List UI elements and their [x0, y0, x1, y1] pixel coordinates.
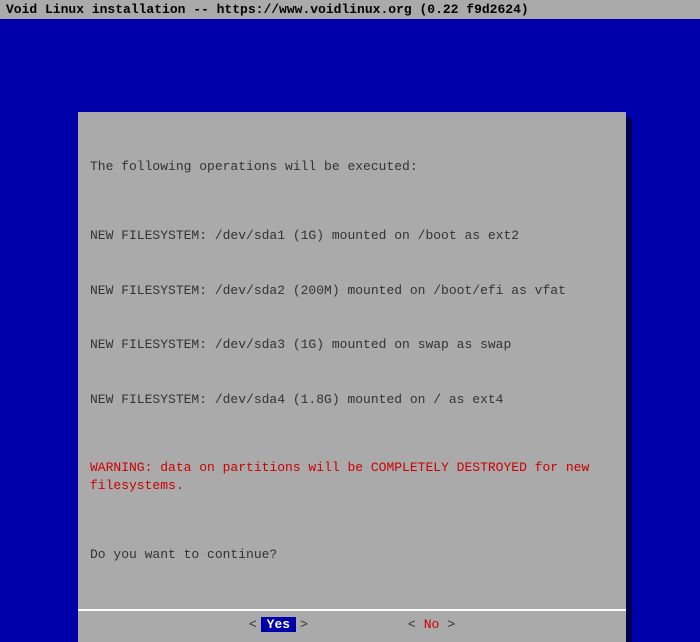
dialog-intro: The following operations will be execute… [90, 158, 614, 176]
continue-prompt: Do you want to continue? [90, 546, 614, 564]
angle-right-icon: > [447, 617, 455, 632]
filesystem-line: NEW FILESYSTEM: /dev/sda1 (1G) mounted o… [90, 227, 614, 245]
warning-text: WARNING: data on partitions will be COMP… [90, 459, 614, 495]
angle-left-icon: < [249, 617, 257, 632]
filesystem-line: NEW FILESYSTEM: /dev/sda2 (200M) mounted… [90, 282, 614, 300]
button-bar: < Yes > < No > [78, 609, 626, 642]
title-bar: Void Linux installation -- https://www.v… [0, 0, 700, 19]
no-button[interactable]: < No > [408, 617, 455, 632]
title-text: Void Linux installation -- https://www.v… [6, 2, 529, 17]
no-label: No [420, 617, 444, 632]
confirm-dialog: The following operations will be execute… [78, 112, 626, 642]
filesystem-line: NEW FILESYSTEM: /dev/sda3 (1G) mounted o… [90, 336, 614, 354]
filesystem-line: NEW FILESYSTEM: /dev/sda4 (1.8G) mounted… [90, 391, 614, 409]
yes-label: Yes [261, 617, 296, 632]
angle-left-icon: < [408, 617, 416, 632]
angle-right-icon: > [300, 617, 308, 632]
yes-button[interactable]: < Yes > [249, 617, 308, 632]
dialog-body: The following operations will be execute… [78, 112, 626, 609]
